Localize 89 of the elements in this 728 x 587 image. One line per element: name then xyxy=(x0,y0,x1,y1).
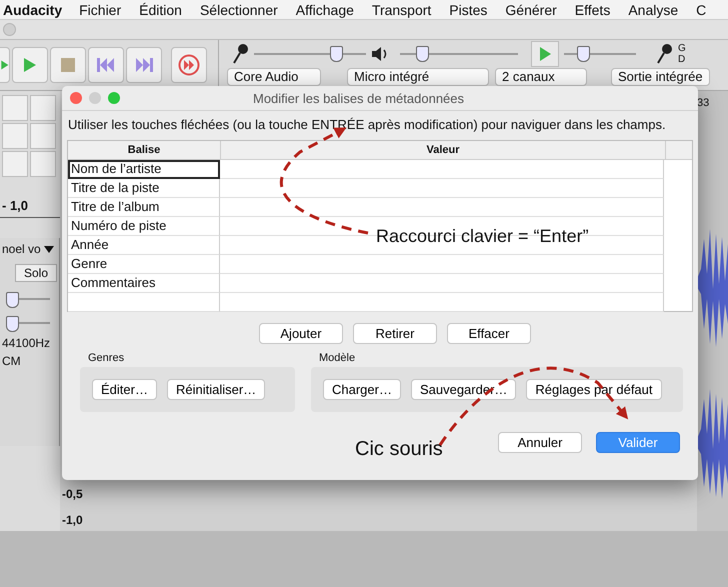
group-title: Genres xyxy=(87,352,126,364)
table-cell[interactable]: Genre xyxy=(68,255,220,274)
app-menu[interactable]: Audacity xyxy=(0,2,70,18)
speaker-icon xyxy=(371,46,389,62)
play-at-speed-button[interactable] xyxy=(531,41,559,67)
menu-item[interactable]: Affichage xyxy=(286,2,363,18)
caret-icon xyxy=(44,246,54,253)
column-header[interactable]: Valeur xyxy=(221,141,666,160)
slider-thumb[interactable] xyxy=(577,46,590,62)
menu-item[interactable]: Générer xyxy=(496,2,566,18)
track-name-dropdown[interactable]: noel vo xyxy=(2,242,57,256)
play-button[interactable] xyxy=(12,47,48,83)
instructions-text: Utiliser les touches fléchées (ou la touche ENTRÉE après modification) pour naviguer dans les champs. xyxy=(68,117,667,132)
input-device-dropdown[interactable]: Micro intégré xyxy=(347,68,489,86)
table-cell[interactable] xyxy=(220,274,664,293)
group-button[interactable]: Charger… xyxy=(323,379,401,400)
slider-thumb[interactable] xyxy=(416,46,430,62)
menu-item[interactable]: Sélectionner xyxy=(190,2,287,18)
ruler-label: 33 xyxy=(697,97,710,109)
format-label: CM xyxy=(2,356,22,366)
table-cell[interactable]: Numéro de piste xyxy=(68,217,220,236)
gain-slider-thumb[interactable] xyxy=(6,292,19,308)
fast-forward-icon xyxy=(178,54,200,76)
menu-item[interactable]: C xyxy=(687,2,716,18)
dialog-title: Modifier les balises de métadonnées xyxy=(253,90,464,106)
window-button[interactable] xyxy=(3,23,16,36)
meter-label: G xyxy=(678,43,686,54)
table-cell[interactable] xyxy=(68,293,220,312)
minimize-button[interactable] xyxy=(89,92,101,104)
cancel-button[interactable]: Annuler xyxy=(498,432,582,453)
tool-button[interactable] xyxy=(30,95,56,121)
table-cell[interactable] xyxy=(220,255,664,274)
menu-item[interactable]: Analyse xyxy=(619,2,688,18)
group-button[interactable]: Sauvegarder… xyxy=(410,379,516,400)
group-button[interactable]: Réglages par défaut xyxy=(526,379,662,400)
scale-label: -1,0 xyxy=(62,513,84,527)
table-cell[interactable] xyxy=(220,198,664,217)
annotation-text: Cic souris xyxy=(355,438,443,461)
close-button[interactable] xyxy=(70,92,82,104)
meter-label: D xyxy=(678,54,686,65)
menu-item[interactable]: Transport xyxy=(362,2,440,18)
zoom-button[interactable] xyxy=(108,92,120,104)
table-cell[interactable] xyxy=(220,160,664,179)
ruler-label: - 1,0 xyxy=(2,198,28,212)
record-button[interactable] xyxy=(171,47,207,83)
tool-button[interactable] xyxy=(2,151,28,177)
group-title: Modèle xyxy=(318,352,356,364)
skip-to-start-button[interactable] xyxy=(88,47,124,83)
tool-button[interactable] xyxy=(30,123,56,149)
skip-to-start-icon xyxy=(97,58,115,72)
tool-button[interactable] xyxy=(30,151,56,177)
group-button[interactable]: Réinitialiser… xyxy=(166,379,266,400)
table-action-button[interactable]: Retirer xyxy=(353,323,437,344)
slider-thumb[interactable] xyxy=(330,46,343,62)
microphone-icon xyxy=(655,43,673,65)
column-header[interactable]: Balise xyxy=(68,141,221,160)
table-action-button[interactable]: Ajouter xyxy=(259,323,343,344)
play-icon xyxy=(538,46,552,62)
table-cell[interactable]: Titre de l’album xyxy=(68,198,220,217)
skip-to-end-button[interactable] xyxy=(126,47,162,83)
play-icon xyxy=(22,57,38,73)
tool-button[interactable] xyxy=(2,123,28,149)
stop-icon xyxy=(61,58,75,72)
table-cell[interactable]: Année xyxy=(68,236,220,255)
menu-item[interactable]: Fichier xyxy=(70,2,130,18)
sample-rate-label: 44100Hz xyxy=(2,338,52,348)
pan-slider-thumb[interactable] xyxy=(6,316,19,332)
skip-to-end-icon xyxy=(135,58,153,72)
menu-item[interactable]: Pistes xyxy=(440,2,496,18)
table-cell[interactable]: Commentaires xyxy=(68,274,220,293)
menu-item[interactable]: Effets xyxy=(566,2,620,18)
host-dropdown[interactable]: Core Audio xyxy=(227,68,321,86)
tool-button[interactable] xyxy=(2,95,28,121)
table-cell[interactable] xyxy=(220,293,664,312)
table-cell[interactable]: Nom de l’artiste xyxy=(68,160,220,179)
output-device-dropdown[interactable]: Sortie intégrée xyxy=(611,68,710,86)
table-cell[interactable] xyxy=(220,179,664,198)
microphone-icon xyxy=(231,43,249,65)
play-button[interactable] xyxy=(0,47,10,83)
annotation-text: Raccourci clavier = “Enter” xyxy=(376,226,589,247)
table-cell[interactable]: Titre de la piste xyxy=(68,179,220,198)
table-header-cell xyxy=(666,141,692,160)
stop-button[interactable] xyxy=(50,47,86,83)
table-action-button[interactable]: Effacer xyxy=(447,323,531,344)
solo-button[interactable]: Solo xyxy=(14,264,57,282)
channels-dropdown[interactable]: 2 canaux xyxy=(495,68,587,86)
menu-item[interactable]: Édition xyxy=(130,2,191,18)
scale-label: -0,5 xyxy=(62,487,84,501)
group-button[interactable]: Éditer… xyxy=(92,379,157,400)
